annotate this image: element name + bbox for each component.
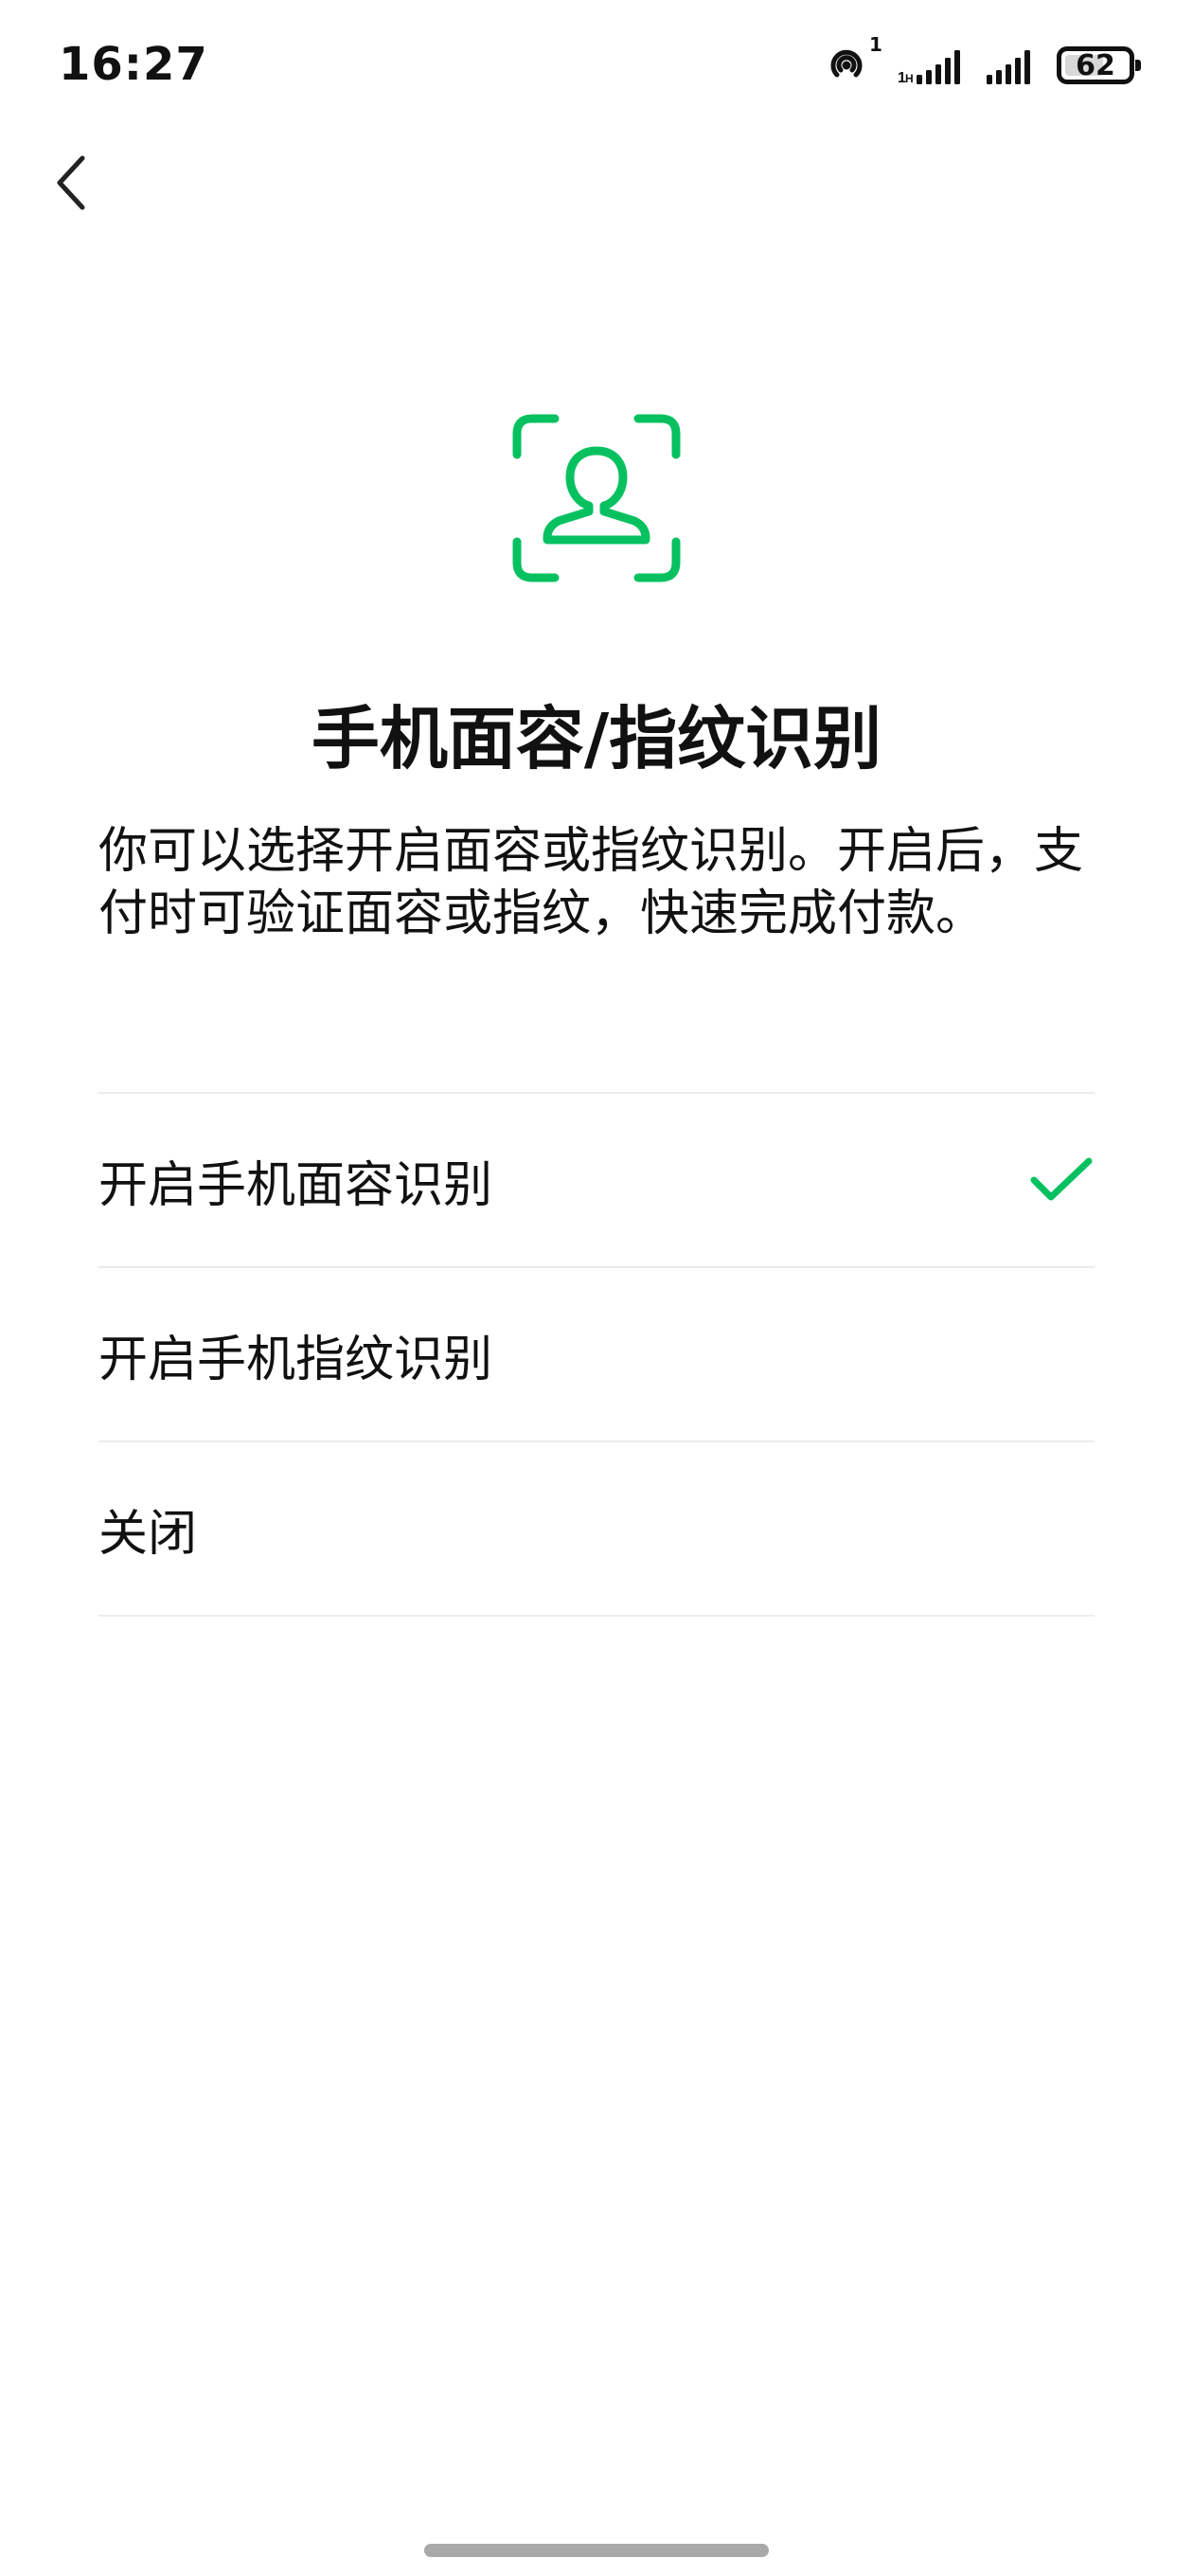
signal-sim1-icon: 1 H [898,46,966,86]
option-off[interactable]: 关闭 [98,1442,1095,1617]
option-label: 开启手机指纹识别 [98,1331,493,1388]
back-button[interactable] [38,142,104,227]
battery-level: 62 [1076,48,1115,82]
option-label: 关闭 [98,1505,198,1563]
hotspot-icon: 1 [824,33,882,88]
chevron-left-icon [52,152,90,217]
page-title: 手机面容/指纹识别 [311,699,882,778]
checkmark-icon [1028,1154,1095,1207]
home-indicator[interactable] [424,2544,769,2557]
signal-sim2-icon [987,46,1036,84]
svg-text:H: H [905,72,914,84]
hotspot-count: 1 [869,33,882,56]
battery-icon: 62 [1057,46,1141,84]
options-list: 开启手机面容识别 开启手机指纹识别 关闭 [98,1092,1095,1617]
option-fingerprint-recognition[interactable]: 开启手机指纹识别 [98,1268,1095,1442]
option-face-recognition[interactable]: 开启手机面容识别 [98,1094,1095,1268]
face-recognition-icon [511,413,682,583]
battery-nub [1135,60,1141,71]
status-icons: 1 1 H 62 [824,33,1141,89]
option-label: 开启手机面容识别 [98,1156,493,1214]
status-bar: 16:27 1 1 H 62 [0,0,1193,133]
description-text: 你可以选择开启面容或指纹识别。开启后，支付时可验证面容或指纹，快速完成付款。 [98,823,1084,942]
status-time: 16:27 [59,38,208,91]
